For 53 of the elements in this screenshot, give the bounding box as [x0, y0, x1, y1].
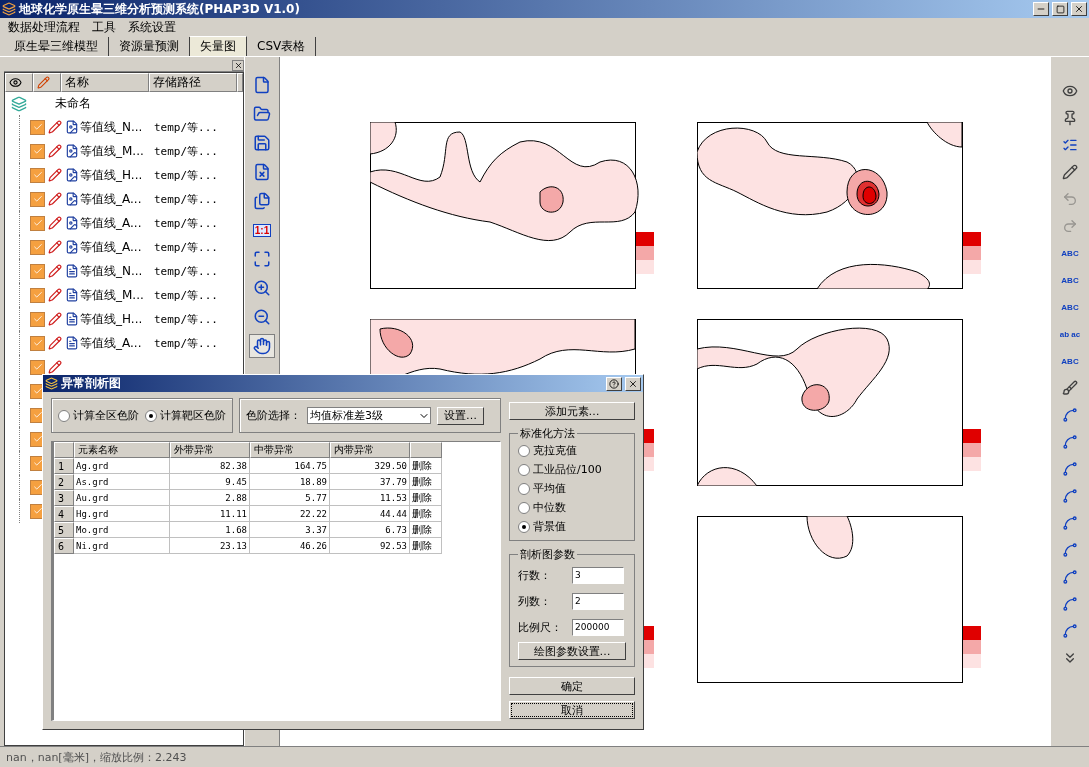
window-title: 地球化学原生晕三维分析预测系统(PHAP3D V1.0) [19, 0, 301, 18]
table-cell: Ni.grd [74, 538, 170, 554]
column-header: 中带异常 [250, 442, 330, 458]
layer-path: temp/等... [154, 167, 218, 183]
table-cell: 11.11 [170, 506, 250, 522]
table-cell: 3.37 [250, 522, 330, 538]
table-cell: 1.68 [170, 522, 250, 538]
group-title: 标准化方法 [519, 426, 576, 441]
table-cell: 46.26 [250, 538, 330, 554]
table-cell: Mo.grd [74, 522, 170, 538]
column-header: 外带异常 [170, 442, 250, 458]
row-header: 2 [54, 474, 74, 490]
table-cell: 2.88 [170, 490, 250, 506]
table-cell: 164.75 [250, 458, 330, 474]
table-cell: 44.44 [330, 506, 410, 522]
dialog-title: 异常剖析图 [61, 375, 122, 392]
layer-path: temp/等... [154, 191, 218, 207]
table-cell: Au.grd [74, 490, 170, 506]
table-cell: 11.53 [330, 490, 410, 506]
row-header: 5 [54, 522, 74, 538]
table-cell: 18.89 [250, 474, 330, 490]
row-header: 1 [54, 458, 74, 474]
table-cell: 37.79 [330, 474, 410, 490]
layer-path: temp/等... [154, 143, 218, 159]
table-cell: 9.45 [170, 474, 250, 490]
table-cell: 82.38 [170, 458, 250, 474]
row-header: 3 [54, 490, 74, 506]
layer-path: temp/等... [154, 119, 218, 135]
layer-path: temp/等... [154, 287, 218, 303]
group-title: 剖析图参数 [519, 547, 576, 562]
layer-path: temp/等... [154, 311, 218, 327]
field-label: 比例尺： [518, 619, 563, 635]
table-cell: Hg.grd [74, 506, 170, 522]
column-header: 内带异常 [330, 442, 410, 458]
table-cell: 6.73 [330, 522, 410, 538]
table-cell: 22.22 [250, 506, 330, 522]
table-cell: 92.53 [330, 538, 410, 554]
field-label: 行数： [518, 567, 552, 583]
column-header: 元素名称 [74, 442, 170, 458]
layer-path: temp/等... [154, 263, 218, 279]
layer-path: temp/等... [154, 239, 218, 255]
table-cell: 23.13 [170, 538, 250, 554]
table-cell: 329.50 [330, 458, 410, 474]
status-text: nan，nan[毫米]，缩放比例：2.243 [6, 749, 187, 765]
table-cell: 5.77 [250, 490, 330, 506]
color-scale-label: 色阶选择： [246, 408, 301, 423]
layer-path: temp/等... [154, 335, 218, 351]
row-header: 6 [54, 538, 74, 554]
layer-path: temp/等... [154, 215, 218, 231]
table-cell: Ag.grd [74, 458, 170, 474]
row-header: 4 [54, 506, 74, 522]
field-label: 列数： [518, 593, 552, 609]
table-cell: As.grd [74, 474, 170, 490]
